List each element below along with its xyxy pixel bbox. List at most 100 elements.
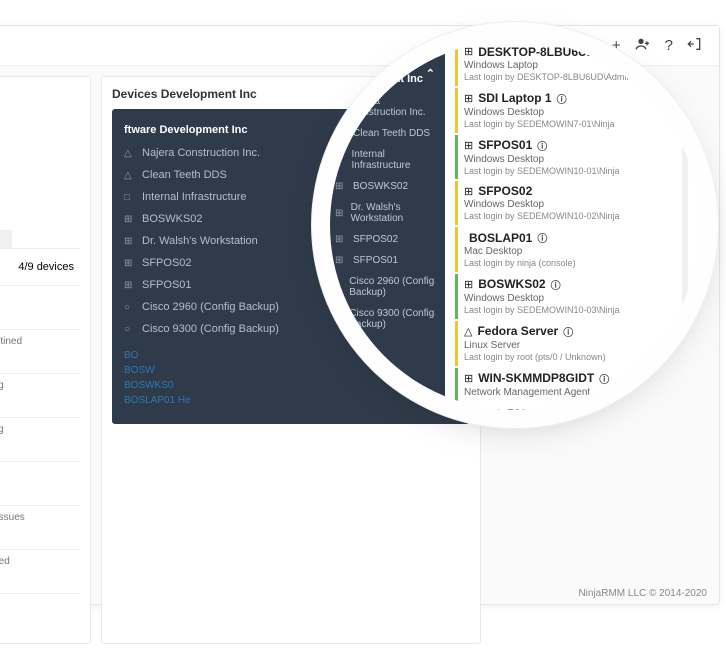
device-type: Windows Laptop <box>464 59 700 72</box>
device-item[interactable]: ⊞ SDI Laptop 1 ⓘWindows DesktopLast login… <box>455 88 700 133</box>
stat-item <box>0 285 80 325</box>
device-type: Network Management Agent <box>464 386 700 399</box>
stat-item: Pending 2 <box>0 373 80 413</box>
stat-item: Cloud0 <box>0 461 80 501</box>
sidebar-item[interactable]: □Internal Infrastructure <box>330 144 445 176</box>
device-type: Windows Desktop <box>464 198 700 211</box>
device-login: Last login by SEDEMOWIN10-02\Ninja <box>464 211 700 222</box>
info-icon[interactable]: ⓘ <box>557 91 567 106</box>
info-icon[interactable]: ⓘ <box>563 324 573 339</box>
device-name: BOSLAP01 <box>469 231 532 245</box>
sidebar-item-icon: ○ <box>124 302 136 313</box>
lens-sidebar-header[interactable]: ftware Development Inc ⌃ <box>330 55 445 91</box>
lens-sidebar: ftware Development Inc ⌃ △Najera Constru… <box>330 40 445 410</box>
device-login: Last login by SEDEMOWIN7-01\Ninja <box>464 119 700 130</box>
health-panel: h 44% healthy 4/9 devices Servers0Active… <box>0 76 91 644</box>
os-icon: ⊞ <box>464 372 473 385</box>
sidebar-item-icon: ○ <box>335 314 343 325</box>
sidebar-item-icon: ⊞ <box>335 234 347 245</box>
stat-label: Install Issues <box>0 512 76 523</box>
stat-value: 9 <box>0 569 76 583</box>
stat-item <box>0 593 80 633</box>
stat-item: Approved9 <box>0 549 80 589</box>
sidebar-item[interactable]: ⊞Dr. Walsh's Workstation <box>330 197 445 229</box>
device-type: Mac Desktop <box>464 245 700 258</box>
info-icon[interactable]: ⓘ <box>599 371 609 386</box>
device-name: WIN-SKMMDP8GIDT <box>478 371 594 385</box>
stat-value: 0 <box>0 437 76 451</box>
os-icon: ⊞ <box>464 92 473 105</box>
sidebar-item-label: Najera Construction Inc. <box>142 147 260 159</box>
sidebar-item-icon: □ <box>335 155 346 166</box>
stat-value: 2 <box>0 393 76 407</box>
sidebar-item-label: Cisco 2960 (Config Backup) <box>349 276 435 298</box>
sidebar-item-label: Cisco 9300 (Config Backup) <box>142 323 279 335</box>
sidebar-item-label: Clean Teeth DDS <box>142 169 227 181</box>
device-name: BOSWKS02 <box>478 277 545 291</box>
sidebar-item-label: Internal Infrastructure <box>142 191 247 203</box>
sidebar-link[interactable]: BOSLAP01 He <box>337 388 433 403</box>
sidebar-item-label: Dr. Walsh's Workstation <box>142 235 258 247</box>
sidebar-item[interactable]: ⊞SFPOS01 <box>330 250 445 271</box>
os-icon: ⊞ <box>464 185 473 198</box>
device-login: Last login by ninja (console) <box>464 258 700 269</box>
sidebar-item-label: BOSWKS02 <box>353 181 408 192</box>
sidebar-item[interactable]: ○ Cisco 9300 (Config Backup) <box>330 303 445 335</box>
device-item[interactable]: ⊞ BOSWKS02 ⓘWindows DesktopLast login by … <box>455 274 700 319</box>
scrollbar-thumb[interactable] <box>682 330 688 390</box>
device-item[interactable]: △NinjaRMM-Ubuntu ⓘLinux DesktopLast logi… <box>455 404 700 410</box>
device-item[interactable]: △Fedora Server ⓘLinux ServerLast login b… <box>455 321 700 366</box>
stat-label: Pending <box>0 380 76 391</box>
sidebar-item[interactable]: ○ Cisco 2960 (Config Backup) <box>330 271 445 303</box>
device-name: SDI Laptop 1 <box>478 91 551 105</box>
info-icon[interactable]: ⓘ <box>586 407 596 410</box>
device-name: SFPOS02 <box>478 184 532 198</box>
device-type: Windows Desktop <box>464 292 700 305</box>
info-icon[interactable]: ⓘ <box>537 138 547 153</box>
device-type: Windows Desktop <box>464 153 700 166</box>
device-list: ⊞DESKTOP-8LBU6UD ⓘWindows LaptopLast log… <box>445 40 700 410</box>
info-icon[interactable]: ⓘ <box>551 277 561 292</box>
device-item[interactable]: ⊞SFPOS01 ⓘWindows DesktopLast login by S… <box>455 135 700 180</box>
sidebar-link[interactable]: BOSWKS0 <box>337 373 433 388</box>
sidebar-link[interactable]: BO <box>337 343 433 358</box>
sidebar-item-icon: △ <box>335 128 347 139</box>
sidebar-item[interactable]: △Najera Construction Inc. <box>330 91 445 123</box>
device-item[interactable]: ⊞DESKTOP-8LBU6UD ⓘWindows LaptopLast log… <box>455 41 700 86</box>
device-item[interactable]: BOSLAP01 ⓘMac DesktopLast login by ninja… <box>455 227 700 272</box>
device-login: Last login by DESKTOP-8LBU6UD\Admin <box>464 72 700 83</box>
stat-value: 0 <box>0 525 76 539</box>
sidebar-item-label: SFPOS02 <box>142 257 192 269</box>
sidebar-header-label: ftware Development Inc <box>124 124 247 136</box>
health-device-count: 4/9 devices <box>18 261 74 273</box>
sidebar-item-icon: □ <box>124 192 136 203</box>
chevron-up-icon: ⌃ <box>426 67 435 80</box>
sidebar-item[interactable]: ⊞ SFPOS02 <box>330 229 445 250</box>
os-icon: ⊞ <box>464 278 473 291</box>
scrollbar[interactable] <box>682 90 688 400</box>
device-item[interactable]: ⊞ SFPOS02Windows DesktopLast login by SED… <box>455 181 700 225</box>
info-icon[interactable]: ⓘ <box>600 44 610 59</box>
stat-label: Pending <box>0 424 76 435</box>
sidebar-item-label: Dr. Walsh's Workstation <box>351 202 435 224</box>
health-stats: Servers0Active1Quarantined0Failed0Pendin… <box>0 285 80 633</box>
sidebar-item-icon: △ <box>335 102 344 113</box>
sidebar-item-icon: ⊞ <box>124 214 136 225</box>
device-type: Windows Desktop <box>464 106 700 119</box>
sidebar-item[interactable]: ⊞BOSWKS02 <box>330 176 445 197</box>
sidebar-item[interactable]: △ Clean Teeth DDS <box>330 123 445 144</box>
sidebar-item-label: Cisco 9300 (Config Backup) <box>349 308 435 330</box>
sidebar-item-label: Clean Teeth DDS <box>353 128 430 139</box>
info-icon[interactable]: ⓘ <box>537 230 547 245</box>
stat-item: Pending 0 <box>0 417 80 457</box>
stat-item: Install Issues 0 <box>0 505 80 545</box>
device-item[interactable]: ⊞ WIN-SKMMDP8GIDT ⓘNetwork Management Age… <box>455 368 700 402</box>
sidebar-item-label: SFPOS01 <box>142 279 192 291</box>
os-icon: △ <box>464 408 472 410</box>
health-chart <box>0 109 80 249</box>
device-login: Last login by SEDEMOWIN10-03\Ninja <box>464 305 700 316</box>
device-login: Last login by root (pts/0 / Unknown) <box>464 352 700 363</box>
sidebar-item-icon: ○ <box>335 282 343 293</box>
sidebar-item-label: SFPOS02 <box>353 234 398 245</box>
sidebar-link[interactable]: BOSW <box>337 358 433 373</box>
